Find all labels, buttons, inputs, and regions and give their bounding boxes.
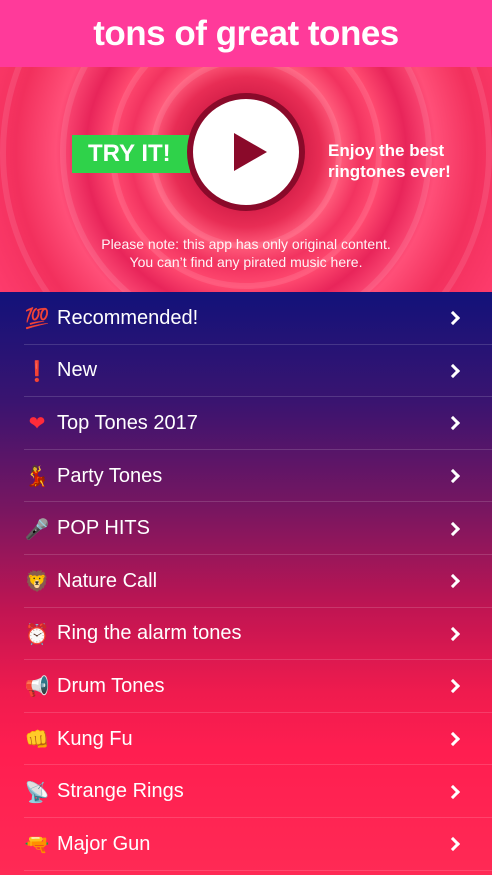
- category-row[interactable]: 📡 Strange Rings: [0, 765, 492, 818]
- hero-tagline: Enjoy the best ringtones ever!: [328, 140, 478, 182]
- category-label: Drum Tones: [57, 674, 165, 697]
- lion-icon: 🦁: [24, 569, 50, 594]
- category-label: Top Tones 2017: [57, 411, 198, 434]
- heart-icon: ❤: [28, 411, 46, 436]
- chevron-right-icon: [445, 731, 461, 747]
- category-row[interactable]: 👊 Kung Fu: [0, 713, 492, 766]
- alarm-clock-icon: ⏰: [24, 621, 50, 646]
- chevron-right-icon: [445, 784, 461, 799]
- chevron-right-icon: [445, 837, 461, 852]
- exclamation-icon: ❗: [24, 358, 50, 383]
- tagline-line-2: ringtones ever!: [328, 162, 451, 181]
- play-icon: [233, 133, 267, 171]
- chevron-right-icon: [445, 363, 461, 378]
- category-row[interactable]: 🎤 POP HITS: [0, 502, 492, 555]
- fist-icon: 👊: [24, 727, 50, 752]
- satellite-dish-icon: 📡: [24, 779, 50, 804]
- category-label: Major Gun: [57, 832, 151, 855]
- hundred-points-icon: 💯: [24, 306, 50, 331]
- category-label: New: [57, 359, 98, 382]
- category-label: Party Tones: [57, 464, 163, 487]
- microphone-icon: 🎤: [24, 516, 50, 541]
- megaphone-icon: 📢: [24, 674, 50, 699]
- water-pistol-icon: 🔫: [24, 832, 50, 857]
- tagline-line-1: Enjoy the best: [328, 141, 445, 160]
- category-row[interactable]: 💯 Recommended!: [0, 292, 492, 345]
- category-row[interactable]: 🦁 Nature Call: [0, 555, 492, 608]
- category-row[interactable]: ❤ Top Tones 2017: [0, 397, 492, 450]
- category-row[interactable]: 🔫 Major Gun: [0, 818, 492, 871]
- try-it-badge[interactable]: TRY IT!: [72, 135, 202, 173]
- app-header: tons of great tones: [0, 0, 492, 67]
- chevron-right-icon: [445, 416, 461, 431]
- category-row[interactable]: ❗ New: [0, 345, 492, 398]
- try-it-label: TRY IT!: [88, 140, 171, 167]
- category-row[interactable]: 📢 Drum Tones: [0, 660, 492, 713]
- chevron-right-icon: [445, 311, 461, 326]
- category-list: 💯 Recommended! ❗ New ❤ Top Tones 2017 💃 Party T…: [0, 292, 492, 875]
- category-row[interactable]: 💃 Party Tones: [0, 450, 492, 503]
- dancer-icon: 💃: [24, 464, 50, 489]
- category-row[interactable]: ⏰ Ring the alarm tones: [0, 608, 492, 661]
- category-label: POP HITS: [57, 517, 150, 540]
- app-title: tons of great tones: [93, 13, 399, 53]
- note-line-2: You can’t find any pirated music here.: [129, 254, 363, 270]
- category-label: Strange Rings: [57, 780, 184, 803]
- category-label: Ring the alarm tones: [57, 622, 242, 645]
- note-line-1: Please note: this app has only original …: [101, 236, 391, 252]
- content-note: Please note: this app has only original …: [0, 235, 492, 271]
- chevron-right-icon: [445, 626, 461, 641]
- hero-banner: TRY IT! Enjoy the best ringtones ever! P…: [0, 67, 492, 292]
- chevron-right-icon: [445, 469, 461, 484]
- chevron-right-icon: [445, 574, 461, 589]
- category-label: Nature Call: [57, 569, 158, 592]
- play-button[interactable]: [193, 99, 299, 205]
- category-label: Kung Fu: [57, 727, 133, 750]
- category-label: Recommended!: [57, 306, 199, 329]
- chevron-right-icon: [445, 679, 461, 694]
- chevron-right-icon: [445, 521, 461, 536]
